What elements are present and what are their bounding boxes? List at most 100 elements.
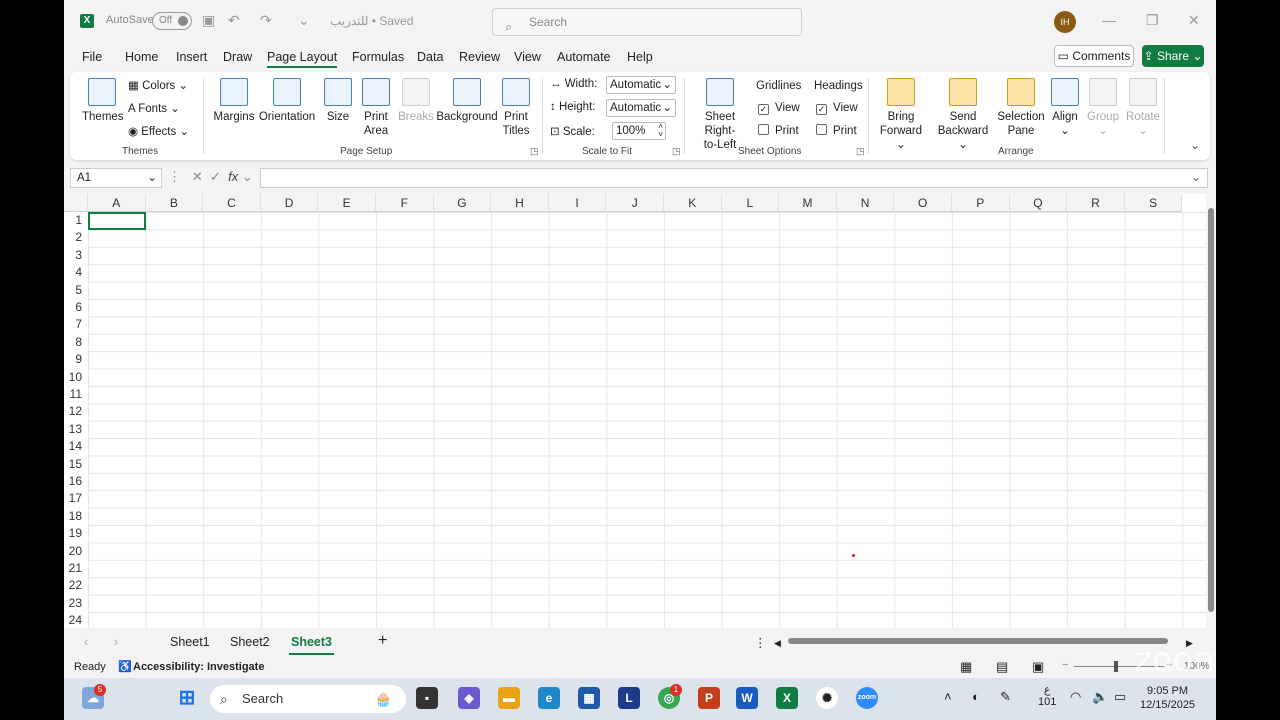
selection-pane-button[interactable]: Selection Pane (996, 78, 1046, 138)
avatar[interactable]: IH (1054, 11, 1076, 33)
next-sheet-icon[interactable]: › (114, 635, 118, 649)
group-button[interactable]: Group ⌄ (1084, 78, 1122, 138)
fonts-button[interactable]: A Fonts ⌄ (128, 101, 180, 115)
print-area-button[interactable]: Print Area (358, 78, 394, 138)
column-header[interactable]: Q (1009, 194, 1068, 212)
tab-review[interactable]: Review (459, 50, 500, 64)
background-button[interactable]: Background (436, 78, 498, 124)
tab-draw[interactable]: Draw (223, 50, 252, 64)
worksheet-grid[interactable]: ABCDEFGHIJKLMNOPQRS 1 2 3 4 5 6 7 8 9 10 11 12 13 14 1… (64, 194, 1206, 628)
row-header[interactable]: 12 (64, 403, 88, 420)
row-header[interactable]: 21 (64, 560, 88, 577)
horizontal-scroll-thumb[interactable] (788, 638, 1168, 644)
column-header[interactable]: I (548, 194, 607, 212)
insert-function-icon[interactable]: fx (228, 169, 238, 184)
normal-view-icon[interactable]: ▦ (960, 659, 972, 675)
powerpoint-icon[interactable]: P (698, 687, 720, 709)
sheet-options-launcher-icon[interactable]: ◳ (856, 146, 865, 157)
show-hidden-icons-chevron-icon[interactable]: ˄ (944, 689, 952, 704)
row-header[interactable]: 13 (64, 421, 88, 438)
ribbon-collapse-chevron-icon[interactable]: ⌄ (1190, 138, 1200, 152)
tab-data[interactable]: Data (417, 50, 443, 64)
column-header[interactable]: F (376, 194, 434, 212)
row-header[interactable]: 7 (64, 316, 88, 333)
column-header[interactable]: S (1124, 194, 1183, 212)
column-header[interactable]: C (203, 194, 261, 212)
row-header[interactable]: 8 (64, 334, 88, 351)
column-header[interactable]: P (952, 194, 1010, 212)
page-layout-view-icon[interactable]: ▤ (996, 659, 1008, 675)
tab-automate[interactable]: Automate (557, 50, 611, 64)
margins-button[interactable]: Margins (212, 78, 256, 124)
add-sheet-button[interactable]: + (378, 632, 387, 650)
column-header[interactable]: B (145, 194, 204, 212)
colors-button[interactable]: ▦ Colors ⌄ (128, 78, 188, 92)
pen-icon[interactable]: ✎ (1000, 689, 1011, 705)
print-titles-button[interactable]: Print Titles (500, 78, 532, 138)
tab-formulas[interactable]: Formulas (352, 50, 404, 64)
row-header[interactable]: 24 (64, 612, 88, 628)
more-options-icon[interactable]: ⋮ (168, 169, 181, 184)
enter-icon[interactable]: ✓ (210, 169, 221, 184)
accessibility-icon[interactable]: ♿ (118, 660, 132, 673)
zoom-slider-thumb[interactable] (1114, 661, 1118, 672)
column-header[interactable]: D (260, 194, 319, 212)
minimize-icon[interactable]: — (1102, 12, 1116, 28)
orientation-button[interactable]: Orientation (258, 78, 316, 124)
row-header[interactable]: 22 (64, 577, 88, 594)
row-header[interactable]: 15 (64, 456, 88, 473)
sheet-tab-sheet1[interactable]: Sheet1 (170, 635, 210, 649)
zoom-out-icon[interactable]: − (1062, 659, 1068, 671)
column-header[interactable]: J (606, 194, 664, 212)
chevron-down-icon[interactable]: ⌄ (242, 169, 253, 184)
scale-to-fit-launcher-icon[interactable]: ◳ (672, 146, 681, 157)
customize-qat-icon[interactable]: ⌄ (298, 12, 310, 29)
battery-icon[interactable]: ▭ (1114, 689, 1126, 705)
zoom-app-icon[interactable]: zoom (856, 687, 878, 709)
system-clock[interactable]: 9:05 PM 12/15/2025 (1140, 684, 1195, 712)
cell-area[interactable] (88, 212, 1206, 628)
row-header[interactable]: 2 (64, 229, 88, 246)
restore-icon[interactable]: ❐ (1146, 12, 1159, 29)
word-icon[interactable]: W (736, 687, 758, 709)
column-header[interactable]: L (721, 194, 780, 212)
volume-icon[interactable]: 🔈 (1092, 689, 1108, 705)
tab-page-layout[interactable]: Page Layout (267, 50, 338, 68)
tab-home[interactable]: Home (125, 50, 158, 64)
close-icon[interactable]: ✕ (1188, 12, 1200, 29)
chatgpt-icon[interactable]: ✺ (816, 687, 838, 709)
row-header[interactable]: 9 (64, 351, 88, 368)
save-icon[interactable]: ▣ (202, 12, 215, 29)
row-header[interactable]: 10 (64, 369, 88, 386)
sheet-tab-sheet3[interactable]: Sheet3 (289, 635, 334, 655)
width-select[interactable]: Automatic ⌄ (606, 76, 676, 94)
store-icon[interactable]: ▦ (578, 687, 600, 709)
scale-spinner[interactable]: 100% ˄ ˅ (612, 122, 666, 140)
active-cell-a1[interactable] (88, 212, 146, 230)
page-break-preview-icon[interactable]: ▣ (1032, 659, 1044, 675)
copilot-icon[interactable]: ◈ (458, 687, 480, 709)
column-header[interactable]: O (894, 194, 952, 212)
column-header[interactable]: K (664, 194, 722, 212)
size-button[interactable]: Size (322, 78, 354, 124)
bring-forward-button[interactable]: Bring Forward ⌄ (874, 78, 928, 152)
row-header[interactable]: 11 (64, 386, 88, 403)
sheet-right-to-left-button[interactable]: Sheet Right- to-Left (690, 78, 750, 152)
excel-taskbar-icon[interactable]: X (776, 687, 798, 709)
row-header[interactable]: 17 (64, 490, 88, 507)
themes-button[interactable]: Themes (82, 78, 124, 124)
undo-icon[interactable]: ↶ (228, 12, 240, 29)
share-button[interactable]: ⇪ Share ⌄ (1142, 45, 1204, 67)
column-header[interactable]: E (318, 194, 376, 212)
tab-help[interactable]: Help (627, 50, 653, 64)
taskbar-search[interactable]: ⌕ Search 🧁 (210, 685, 406, 713)
cancel-icon[interactable]: ✕ (192, 169, 203, 184)
accessibility-status[interactable]: Accessibility: Investigate (133, 661, 264, 673)
row-header[interactable]: 6 (64, 299, 88, 316)
row-header[interactable]: 4 (64, 264, 88, 281)
more-options-icon[interactable]: ⋮ (754, 635, 767, 650)
send-backward-button[interactable]: Send Backward ⌄ (932, 78, 994, 152)
column-header[interactable]: A (88, 194, 146, 212)
tab-file[interactable]: File (82, 50, 102, 64)
row-header[interactable]: 19 (64, 525, 88, 542)
